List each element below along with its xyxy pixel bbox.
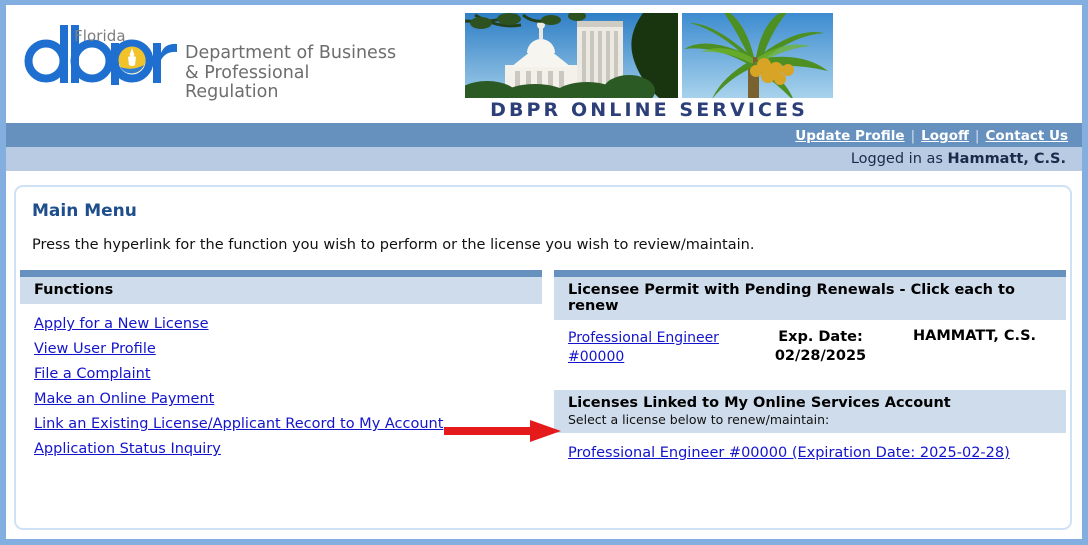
panels-container: Functions Apply for a New License View U… xyxy=(20,270,1066,469)
main-menu-intro: Main Menu Press the hyperlink for the fu… xyxy=(16,187,1070,253)
list-item: Link an Existing License/Applicant Recor… xyxy=(34,413,542,432)
pending-renewals-title: Licensee Permit with Pending Renewals - … xyxy=(568,282,1015,314)
page-title: Main Menu xyxy=(32,201,137,221)
site-header: Florida Department of Business & Profess… xyxy=(6,5,1082,123)
dbpr-logo: Florida Department of Business & Profess… xyxy=(20,23,400,105)
renewal-exp-cell: Exp. Date: 02/28/2025 xyxy=(728,328,913,366)
functions-panel-header: Functions xyxy=(20,277,542,304)
linked-licenses-title: Licenses Linked to My Online Services Ac… xyxy=(568,395,951,411)
logo-state-label: Florida xyxy=(74,27,126,45)
logged-in-prefix: Logged in as xyxy=(850,151,943,167)
main-content-box: Main Menu Press the hyperlink for the fu… xyxy=(14,185,1072,530)
make-an-online-payment-link[interactable]: Make an Online Payment xyxy=(34,391,214,407)
list-item: Make an Online Payment xyxy=(34,388,542,407)
logo-department-label: Department of Business & Professional Re… xyxy=(185,43,397,102)
functions-panel-title: Functions xyxy=(34,282,114,298)
renewal-license-cell: Professional Engineer #00000 xyxy=(568,328,728,366)
application-status-inquiry-link[interactable]: Application Status Inquiry xyxy=(34,441,221,457)
capitol-photo xyxy=(465,13,678,98)
functions-panel-body: Apply for a New License View User Profil… xyxy=(20,304,542,469)
banner-caption: DBPR ONLINE SERVICES xyxy=(490,99,808,121)
page-root: Florida Department of Business & Profess… xyxy=(0,0,1088,545)
table-row: Professional Engineer #00000 Exp. Date: … xyxy=(554,320,1066,380)
online-services-banner: DBPR ONLINE SERVICES xyxy=(461,7,837,123)
functions-panel: Functions Apply for a New License View U… xyxy=(20,270,542,469)
view-user-profile-link[interactable]: View User Profile xyxy=(34,341,156,357)
functions-link-list: Apply for a New License View User Profil… xyxy=(34,313,542,457)
renewal-holder-cell: HAMMATT, C.S. xyxy=(913,328,1037,344)
nav-contact-us-link[interactable]: Contact Us xyxy=(979,128,1074,144)
nav-logoff-link[interactable]: Logoff xyxy=(915,128,975,144)
list-item: View User Profile xyxy=(34,338,542,357)
renewal-exp-date: 02/28/2025 xyxy=(774,348,867,364)
pending-renewals-header: Licensee Permit with Pending Renewals - … xyxy=(554,277,1066,320)
file-a-complaint-link[interactable]: File a Complaint xyxy=(34,366,151,382)
list-item: Professional Engineer #00000 (Expiration… xyxy=(554,433,1066,461)
linked-licenses-header: Licenses Linked to My Online Services Ac… xyxy=(554,390,1066,433)
top-navigation-bar: Update Profile | Logoff | Contact Us xyxy=(6,123,1082,147)
renewal-exp-label: Exp. Date: xyxy=(778,329,863,345)
linked-license-link[interactable]: Professional Engineer #00000 (Expiration… xyxy=(568,445,1010,461)
apply-for-new-license-link[interactable]: Apply for a New License xyxy=(34,316,209,332)
licenses-panel: Licensee Permit with Pending Renewals - … xyxy=(554,270,1066,469)
functions-panel-topbar xyxy=(20,270,542,277)
nav-update-profile-link[interactable]: Update Profile xyxy=(789,128,910,144)
logged-in-user-name: Hammatt, C.S. xyxy=(947,151,1066,167)
linked-licenses-subtitle: Select a license below to renew/maintain… xyxy=(568,412,830,427)
main-menu-instructions: Press the hyperlink for the function you… xyxy=(32,237,755,253)
list-item: Apply for a New License xyxy=(34,313,542,332)
panel-spacer xyxy=(554,380,1066,390)
renewals-panel-topbar xyxy=(554,270,1066,277)
logged-in-status-bar: Logged in as Hammatt, C.S. xyxy=(6,147,1082,171)
banner-photos xyxy=(465,13,833,98)
list-item: Application Status Inquiry xyxy=(34,438,542,457)
list-item: File a Complaint xyxy=(34,363,542,382)
link-existing-license-link[interactable]: Link an Existing License/Applicant Recor… xyxy=(34,416,443,432)
palm-tree-photo xyxy=(682,13,833,98)
renewal-license-link[interactable]: Professional Engineer #00000 xyxy=(568,330,719,365)
